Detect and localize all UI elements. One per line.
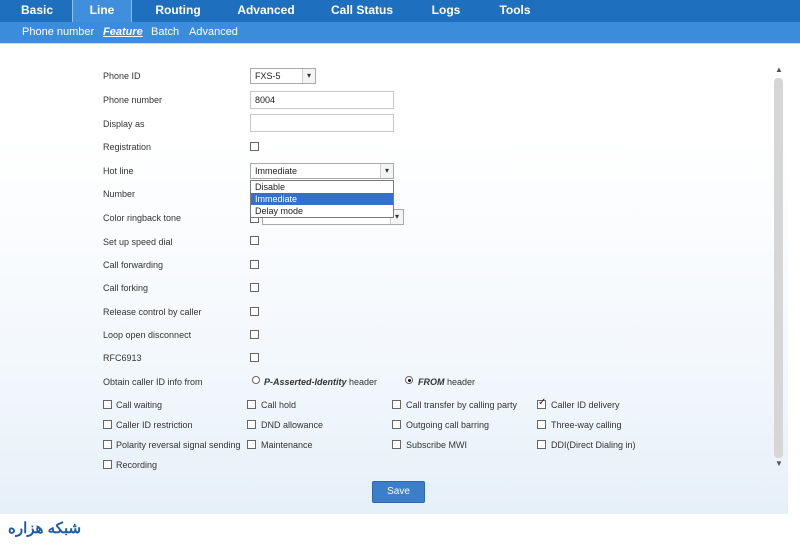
caller-id-delivery-label: Caller ID delivery	[551, 400, 620, 410]
registration-label: Registration	[103, 142, 152, 152]
hot-line-select[interactable]: Immediate ▾	[250, 163, 394, 179]
loop-open-checkbox[interactable]	[250, 330, 259, 339]
color-ringback-label: Color ringback tone	[103, 213, 182, 223]
hot-line-dropdown-list: Disable Immediate Delay mode	[250, 180, 394, 218]
call-forking-checkbox[interactable]	[250, 283, 259, 292]
call-hold-checkbox[interactable]	[247, 400, 256, 409]
hot-line-value: Immediate	[255, 166, 298, 176]
recording-label: Recording	[116, 460, 158, 470]
sub-nav: Phone number Feature Batch Advanced	[0, 22, 800, 43]
watermark-logo: شبکه هزاره	[8, 520, 82, 537]
from-header-label: FROM header	[418, 377, 476, 387]
tab-routing[interactable]: Routing	[146, 0, 210, 22]
dnd-allowance-checkbox[interactable]	[247, 420, 256, 429]
subscribe-mwi-label: Subscribe MWI	[406, 440, 468, 450]
rfc6913-label: RFC6913	[103, 353, 142, 363]
three-way-calling-checkbox[interactable]	[537, 420, 546, 429]
rfc6913-checkbox[interactable]	[250, 353, 259, 362]
speed-dial-checkbox[interactable]	[250, 236, 259, 245]
call-waiting-label: Call waiting	[116, 400, 163, 410]
subnav-phone-number[interactable]: Phone number	[22, 22, 94, 43]
scroll-thumb[interactable]	[774, 78, 783, 458]
scroll-down-icon[interactable]: ▼	[772, 458, 786, 470]
phone-id-select[interactable]: FXS-5 ▾	[250, 68, 316, 84]
ddi-checkbox[interactable]	[537, 440, 546, 449]
call-transfer-label: Call transfer by calling party	[406, 400, 518, 410]
caller-id-delivery-checkbox[interactable]	[537, 397, 546, 409]
dropdown-option-delay-mode[interactable]: Delay mode	[251, 205, 393, 217]
dropdown-option-disable[interactable]: Disable	[251, 181, 393, 193]
speed-dial-label: Set up speed dial	[103, 237, 173, 247]
top-nav: Basic Line Routing Advanced Call Status …	[0, 0, 800, 22]
save-button[interactable]: Save	[372, 481, 425, 503]
registration-checkbox[interactable]	[250, 142, 259, 151]
polarity-reversal-label: Polarity reversal signal sending	[116, 440, 241, 450]
loop-open-label: Loop open disconnect	[103, 330, 192, 340]
recording-checkbox[interactable]	[103, 460, 112, 469]
dropdown-option-immediate[interactable]: Immediate	[251, 193, 393, 205]
tab-call-status[interactable]: Call Status	[327, 0, 397, 22]
chevron-down-icon: ▾	[302, 69, 315, 83]
scroll-up-icon[interactable]: ▲	[772, 64, 786, 76]
subscribe-mwi-checkbox[interactable]	[392, 440, 401, 449]
radio-p-asserted-identity[interactable]	[252, 376, 260, 384]
caller-id-restriction-checkbox[interactable]	[103, 420, 112, 429]
subnav-batch[interactable]: Batch	[151, 22, 179, 43]
tab-advanced[interactable]: Advanced	[232, 0, 300, 22]
phone-id-label: Phone ID	[103, 71, 141, 81]
subnav-advanced[interactable]: Advanced	[189, 22, 238, 43]
maintenance-checkbox[interactable]	[247, 440, 256, 449]
number-label: Number	[103, 189, 136, 199]
polarity-reversal-checkbox[interactable]	[103, 440, 112, 449]
release-control-checkbox[interactable]	[250, 307, 259, 316]
outgoing-call-barring-checkbox[interactable]	[392, 420, 401, 429]
dnd-allowance-label: DND allowance	[261, 420, 324, 430]
display-as-label: Display as	[103, 119, 145, 129]
caller-id-source-label: Obtain caller ID info from	[103, 377, 203, 387]
call-hold-label: Call hold	[261, 400, 297, 410]
chevron-down-icon: ▾	[380, 164, 393, 178]
tab-line[interactable]: Line	[72, 0, 132, 22]
p-asserted-identity-label: P-Asserted-Identity header	[264, 377, 378, 387]
call-waiting-checkbox[interactable]	[103, 400, 112, 409]
outgoing-call-barring-label: Outgoing call barring	[406, 420, 490, 430]
subnav-feature[interactable]: Feature	[103, 22, 143, 43]
maintenance-label: Maintenance	[261, 440, 313, 450]
three-way-calling-label: Three-way calling	[551, 420, 622, 430]
release-control-label: Release control by caller	[103, 307, 202, 317]
phone-number-field[interactable]: 8004	[250, 91, 394, 109]
tab-logs[interactable]: Logs	[424, 0, 468, 22]
tab-basic[interactable]: Basic	[12, 0, 62, 22]
ddi-label: DDI(Direct Dialing in)	[551, 440, 636, 450]
caller-id-restriction-label: Caller ID restriction	[116, 420, 193, 430]
radio-from-header[interactable]	[405, 376, 413, 384]
call-forwarding-label: Call forwarding	[103, 260, 164, 270]
phone-id-value: FXS-5	[255, 71, 281, 81]
display-as-field[interactable]	[250, 114, 394, 132]
vertical-scrollbar[interactable]: ▲ ▼	[772, 64, 786, 469]
call-forwarding-checkbox[interactable]	[250, 260, 259, 269]
call-transfer-checkbox[interactable]	[392, 400, 401, 409]
phone-number-label: Phone number	[103, 95, 163, 105]
tab-tools[interactable]: Tools	[492, 0, 538, 22]
hot-line-label: Hot line	[103, 166, 134, 176]
call-forking-label: Call forking	[103, 283, 149, 293]
